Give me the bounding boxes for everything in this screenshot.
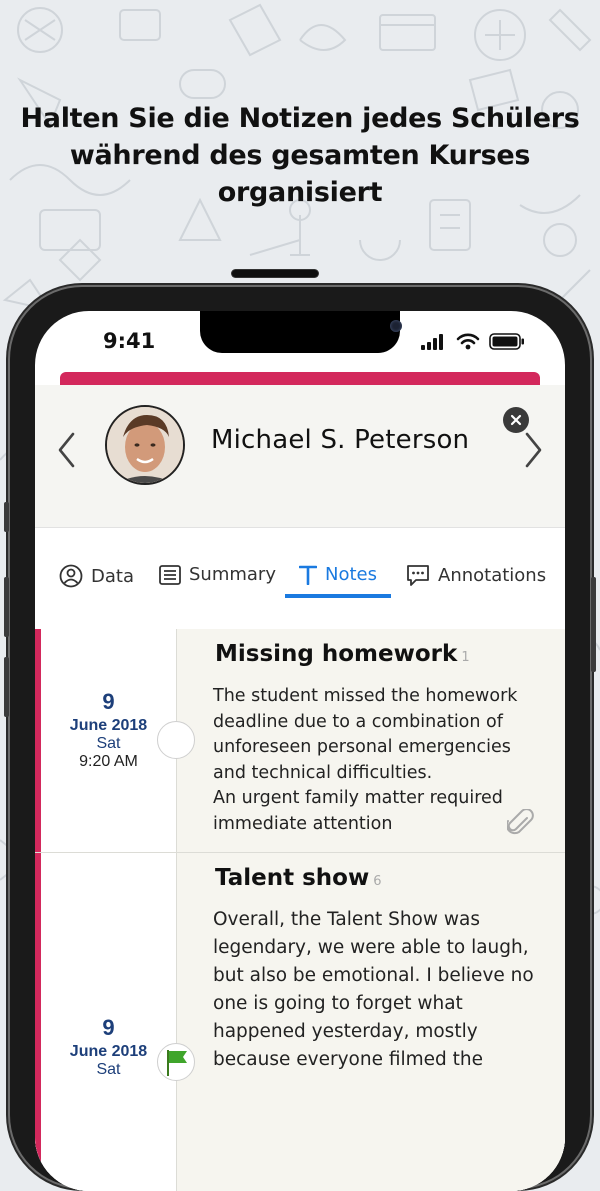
cellular-signal-icon: [421, 333, 443, 350]
note-title-text: Talent show: [215, 865, 370, 891]
note-body-line: but also be emotional. I believe no: [213, 965, 534, 986]
note-item[interactable]: 9 June 2018 Sat Talent show 6 Overall, th…: [35, 853, 565, 1191]
volume-down-button: [4, 657, 9, 717]
list-icon: [159, 564, 181, 585]
notes-list: 9 June 2018 Sat 9:20 AM Missing homework…: [35, 629, 565, 1191]
note-body-line: An urgent family matter required: [213, 788, 503, 808]
next-student-arrow-icon[interactable]: [521, 430, 545, 470]
note-body-line: legendary, we were able to laugh,: [213, 937, 529, 958]
note-title: Missing homework 1: [215, 641, 470, 667]
tab-annotations[interactable]: Annotations: [406, 564, 546, 586]
battery-icon: [489, 333, 524, 350]
attachment-paperclip-icon[interactable]: [507, 809, 535, 839]
note-body-line: happened yesterday, mostly: [213, 1021, 478, 1042]
note-title-text: Missing homework: [215, 641, 458, 667]
note-month-year: June 2018: [69, 1043, 148, 1060]
phone-frame: 9:41 Michael S. Peterson Data Summary No…: [4, 270, 596, 1191]
note-body-line: immediate attention: [213, 813, 393, 834]
tab-data-label: Data: [91, 565, 134, 587]
note-content: Missing homework 1 The student missed the…: [176, 629, 565, 852]
green-flag-icon: [167, 1050, 187, 1076]
tab-data[interactable]: Data: [59, 564, 134, 588]
note-count: 6: [373, 874, 382, 889]
person-circle-icon: [59, 564, 83, 588]
earpiece-speaker: [232, 270, 318, 277]
volume-up-button: [4, 577, 9, 637]
notch: [200, 311, 402, 353]
tab-bar: Data Summary Notes Annotations: [35, 527, 565, 631]
phone-screen: 9:41 Michael S. Peterson Data Summary No…: [35, 311, 565, 1191]
note-content: Talent show 6 Overall, the Talent Show wa…: [176, 853, 565, 1191]
mute-switch: [4, 502, 9, 532]
timeline-marker: [157, 1043, 195, 1081]
tab-summary-label: Summary: [189, 564, 276, 585]
note-weekday: Sat: [96, 1061, 121, 1078]
previous-student-arrow-icon[interactable]: [55, 430, 79, 470]
note-day: 9: [102, 689, 115, 714]
note-body-line: unforeseen personal emergencies: [213, 737, 511, 757]
tab-notes-label: Notes: [325, 564, 377, 585]
student-card: Michael S. Peterson Data Summary Notes A…: [35, 385, 565, 1191]
note-time: 9:20 AM: [79, 753, 138, 770]
power-button: [591, 577, 596, 672]
note-body-line: because everyone filmed the: [213, 1049, 484, 1070]
accent-header-bar: [60, 372, 540, 385]
wifi-icon: [456, 333, 480, 350]
student-avatar: [105, 405, 185, 485]
front-camera: [390, 320, 402, 332]
note-date: 9 June 2018 Sat: [41, 853, 176, 1191]
status-icons: [421, 333, 525, 350]
tab-summary[interactable]: Summary: [159, 564, 276, 585]
note-weekday: Sat: [96, 735, 121, 752]
tab-notes[interactable]: Notes: [299, 564, 377, 585]
note-body: Overall, the Talent Show was legendary, …: [213, 906, 534, 1074]
note-body-line: Overall, the Talent Show was: [213, 909, 480, 930]
timeline-marker: [157, 721, 195, 759]
promo-headline: Halten Sie die Notizen jedes Schülers wä…: [20, 103, 580, 208]
student-photo: [107, 407, 183, 483]
note-count: 1: [461, 650, 470, 665]
close-icon: [510, 414, 522, 426]
status-time: 9:41: [103, 329, 156, 353]
note-date: 9 June 2018 Sat 9:20 AM: [41, 629, 176, 852]
text-t-icon: [299, 565, 317, 585]
note-title: Talent show 6: [215, 865, 382, 891]
note-day: 9: [102, 1015, 115, 1040]
note-item[interactable]: 9 June 2018 Sat 9:20 AM Missing homework…: [35, 629, 565, 853]
comment-icon: [407, 565, 429, 586]
note-body-line: and technical difficulties.: [213, 762, 433, 783]
note-body-line: The student missed the homework: [213, 686, 518, 706]
note-body-line: one is going to forget what: [213, 993, 463, 1014]
note-month-year: June 2018: [69, 717, 148, 734]
tab-annotations-label: Annotations: [438, 564, 547, 586]
active-tab-indicator: [285, 594, 391, 598]
student-name: Michael S. Peterson: [211, 425, 470, 455]
note-body-line: deadline due to a combination of: [213, 711, 503, 732]
note-body: The student missed the homework deadline…: [213, 684, 517, 837]
